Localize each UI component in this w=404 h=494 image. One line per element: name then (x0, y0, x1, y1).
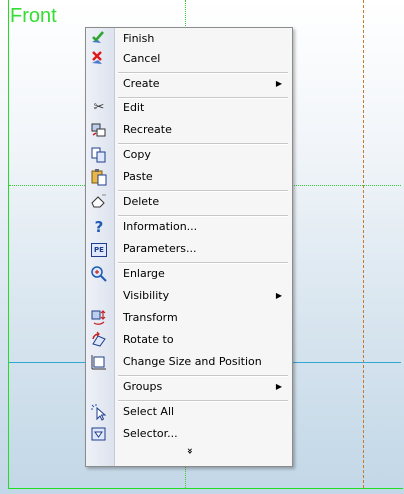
menu-item-label: Edit (123, 101, 145, 114)
menu-item-paste[interactable]: Paste (86, 166, 292, 188)
menu-item-label: Change Size and Position (123, 355, 262, 368)
resize-icon (90, 353, 108, 371)
menu-item-delete[interactable]: Delete (86, 191, 292, 213)
menu-item-groups[interactable]: Groups ▶ (86, 376, 292, 398)
menu-item-label: Transform (123, 311, 178, 324)
menu-item-label: Create (123, 77, 160, 90)
select-all-cursor-icon (90, 403, 108, 421)
transform-icon (90, 309, 108, 327)
menu-item-label: Selector... (123, 427, 178, 440)
menu-item-label: Enlarge (123, 267, 165, 280)
menu-item-label: Delete (123, 195, 160, 208)
menu-item-selector[interactable]: Selector... (86, 423, 292, 445)
menu-item-rotate-to[interactable]: Rotate to (86, 329, 292, 351)
expand-menu-chevron-icon[interactable]: » (182, 444, 196, 458)
menu-item-parameters[interactable]: PE Parameters... (86, 238, 292, 260)
delete-eraser-icon (90, 193, 108, 211)
context-menu[interactable]: Finish Cancel Create ▶ ✂ Edit Recreate C… (85, 27, 293, 467)
menu-item-change-size-position[interactable]: Change Size and Position (86, 351, 292, 373)
submenu-arrow-icon: ▶ (275, 382, 282, 391)
menu-item-information[interactable]: ? Information... (86, 216, 292, 238)
menu-item-enlarge[interactable]: Enlarge (86, 263, 292, 285)
menu-item-label: Groups (123, 380, 163, 393)
scissors-icon: ✂ (93, 100, 105, 115)
menu-item-cancel[interactable]: Cancel (86, 48, 292, 70)
menu-item-recreate[interactable]: Recreate (86, 119, 292, 141)
submenu-arrow-icon: ▶ (275, 79, 282, 88)
parameters-icon: PE (90, 240, 108, 258)
paste-icon (90, 168, 108, 186)
menu-item-label: Visibility (123, 289, 170, 302)
menu-item-label: Paste (123, 170, 153, 183)
menu-item-visibility[interactable]: Visibility ▶ (86, 285, 292, 307)
view-title: Front (10, 5, 57, 27)
menu-item-finish[interactable]: Finish (86, 28, 292, 50)
orange-vertical-guide (363, 0, 364, 488)
menu-item-select-all[interactable]: Select All (86, 401, 292, 423)
menu-item-label: Information... (123, 220, 198, 233)
selector-filter-icon (90, 425, 108, 443)
menu-item-label: Copy (123, 148, 151, 161)
menu-item-label: Rotate to (123, 333, 174, 346)
menu-item-create[interactable]: Create ▶ (86, 73, 292, 95)
cancel-x-icon (90, 50, 108, 68)
recreate-cube-icon (90, 121, 108, 139)
menu-item-label: Recreate (123, 123, 172, 136)
submenu-arrow-icon: ▶ (275, 291, 282, 300)
menu-item-label: Finish (123, 32, 155, 45)
menu-item-label: Cancel (123, 52, 161, 65)
finish-check-icon (90, 30, 108, 48)
rotate-icon (90, 331, 108, 349)
menu-item-copy[interactable]: Copy (86, 144, 292, 166)
menu-item-label: Parameters... (123, 242, 197, 255)
menu-item-transform[interactable]: Transform (86, 307, 292, 329)
help-question-icon: ? (94, 218, 104, 236)
copy-icon (90, 146, 108, 164)
menu-item-edit[interactable]: ✂ Edit (86, 97, 292, 119)
zoom-icon (90, 265, 108, 283)
menu-item-label: Select All (123, 405, 175, 418)
